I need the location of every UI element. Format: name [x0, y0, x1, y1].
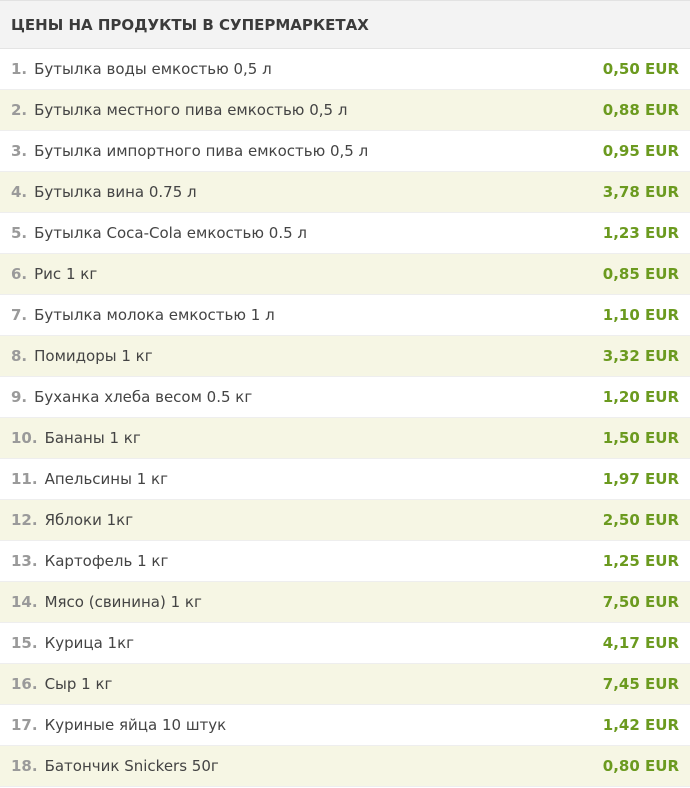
- row-number: 9.: [11, 388, 28, 406]
- product-name: Бутылка Coca-Cola емкостью 0.5 л: [34, 224, 307, 242]
- product-price: 3,32 EUR: [602, 347, 679, 365]
- row-number: 12.: [11, 511, 38, 529]
- table-row: 8. Помидоры 1 кг 3,32 EUR: [0, 336, 690, 377]
- product-name: Бутылка местного пива емкостью 0,5 л: [34, 101, 348, 119]
- row-number: 6.: [11, 265, 28, 283]
- row-label: 17. Куриные яйца 10 штук: [11, 716, 226, 734]
- row-number: 3.: [11, 142, 28, 160]
- row-number: 1.: [11, 60, 28, 78]
- product-price: 0,95 EUR: [602, 142, 679, 160]
- product-price: 3,78 EUR: [602, 183, 679, 201]
- product-name: Мясо (свинина) 1 кг: [44, 593, 202, 611]
- table-row: 10. Бананы 1 кг 1,50 EUR: [0, 418, 690, 459]
- table-header: ЦЕНЫ НА ПРОДУКТЫ В СУПЕРМАРКЕТАХ: [0, 1, 690, 49]
- table-row: 14. Мясо (свинина) 1 кг 7,50 EUR: [0, 582, 690, 623]
- row-label: 12. Яблоки 1кг: [11, 511, 133, 529]
- product-price: 1,97 EUR: [602, 470, 679, 488]
- product-name: Бананы 1 кг: [44, 429, 141, 447]
- row-number: 10.: [11, 429, 38, 447]
- table-row: 4. Бутылка вина 0.75 л 3,78 EUR: [0, 172, 690, 213]
- table-row: 7. Бутылка молока емкостью 1 л 1,10 EUR: [0, 295, 690, 336]
- row-number: 11.: [11, 470, 38, 488]
- product-name: Бутылка импортного пива емкостью 0,5 л: [34, 142, 369, 160]
- table-row: 5. Бутылка Coca-Cola емкостью 0.5 л 1,23 E…: [0, 213, 690, 254]
- product-price: 1,50 EUR: [602, 429, 679, 447]
- table-row: 13. Картофель 1 кг 1,25 EUR: [0, 541, 690, 582]
- product-name: Бутылка молока емкостью 1 л: [34, 306, 275, 324]
- row-number: 7.: [11, 306, 28, 324]
- product-name: Бутылка вина 0.75 л: [34, 183, 197, 201]
- row-label: 6. Рис 1 кг: [11, 265, 97, 283]
- row-label: 2. Бутылка местного пива емкостью 0,5 л: [11, 101, 347, 119]
- product-name: Картофель 1 кг: [44, 552, 169, 570]
- product-price: 1,10 EUR: [602, 306, 679, 324]
- product-price: 1,23 EUR: [602, 224, 679, 242]
- row-label: 18. Батончик Snickers 50г: [11, 757, 219, 775]
- row-number: 16.: [11, 675, 38, 693]
- table-row: 15. Курица 1кг 4,17 EUR: [0, 623, 690, 664]
- product-price: 1,25 EUR: [602, 552, 679, 570]
- product-name: Сыр 1 кг: [44, 675, 113, 693]
- product-price: 0,85 EUR: [602, 265, 679, 283]
- row-label: 15. Курица 1кг: [11, 634, 134, 652]
- row-label: 5. Бутылка Coca-Cola емкостью 0.5 л: [11, 224, 307, 242]
- row-label: 9. Буханка хлеба весом 0.5 кг: [11, 388, 252, 406]
- product-price: 1,20 EUR: [602, 388, 679, 406]
- row-number: 18.: [11, 757, 38, 775]
- row-number: 17.: [11, 716, 38, 734]
- row-label: 7. Бутылка молока емкостью 1 л: [11, 306, 275, 324]
- table-row: 11. Апельсины 1 кг 1,97 EUR: [0, 459, 690, 500]
- product-price: 2,50 EUR: [602, 511, 679, 529]
- product-price: 1,42 EUR: [602, 716, 679, 734]
- product-name: Буханка хлеба весом 0.5 кг: [34, 388, 253, 406]
- table-row: 3. Бутылка импортного пива емкостью 0,5 л…: [0, 131, 690, 172]
- table-row: 17. Куриные яйца 10 штук 1,42 EUR: [0, 705, 690, 746]
- product-price: 4,17 EUR: [602, 634, 679, 652]
- product-name: Помидоры 1 кг: [34, 347, 153, 365]
- row-label: 4. Бутылка вина 0.75 л: [11, 183, 197, 201]
- table-row: 12. Яблоки 1кг 2,50 EUR: [0, 500, 690, 541]
- product-name: Куриные яйца 10 штук: [44, 716, 227, 734]
- row-label: 8. Помидоры 1 кг: [11, 347, 153, 365]
- row-label: 11. Апельсины 1 кг: [11, 470, 168, 488]
- row-number: 15.: [11, 634, 38, 652]
- product-name: Батончик Snickers 50г: [44, 757, 219, 775]
- row-label: 1. Бутылка воды емкостью 0,5 л: [11, 60, 272, 78]
- row-label: 16. Сыр 1 кг: [11, 675, 112, 693]
- product-price: 0,50 EUR: [602, 60, 679, 78]
- row-label: 13. Картофель 1 кг: [11, 552, 168, 570]
- row-number: 5.: [11, 224, 28, 242]
- price-table: ЦЕНЫ НА ПРОДУКТЫ В СУПЕРМАРКЕТАХ 1. Бутыл…: [0, 0, 690, 787]
- row-label: 14. Мясо (свинина) 1 кг: [11, 593, 202, 611]
- table-row: 6. Рис 1 кг 0,85 EUR: [0, 254, 690, 295]
- product-name: Апельсины 1 кг: [44, 470, 168, 488]
- product-name: Яблоки 1кг: [44, 511, 134, 529]
- product-price: 7,50 EUR: [602, 593, 679, 611]
- product-name: Курица 1кг: [44, 634, 135, 652]
- table-row: 18. Батончик Snickers 50г 0,80 EUR: [0, 746, 690, 787]
- row-number: 8.: [11, 347, 28, 365]
- row-label: 3. Бутылка импортного пива емкостью 0,5 л: [11, 142, 368, 160]
- table-row: 16. Сыр 1 кг 7,45 EUR: [0, 664, 690, 705]
- product-name: Рис 1 кг: [34, 265, 98, 283]
- row-label: 10. Бананы 1 кг: [11, 429, 141, 447]
- product-price: 0,88 EUR: [602, 101, 679, 119]
- table-row: 1. Бутылка воды емкостью 0,5 л 0,50 EUR: [0, 49, 690, 90]
- row-number: 4.: [11, 183, 28, 201]
- row-number: 2.: [11, 101, 28, 119]
- table-title: ЦЕНЫ НА ПРОДУКТЫ В СУПЕРМАРКЕТАХ: [11, 15, 369, 34]
- product-price: 7,45 EUR: [602, 675, 679, 693]
- table-row: 9. Буханка хлеба весом 0.5 кг 1,20 EUR: [0, 377, 690, 418]
- row-number: 14.: [11, 593, 38, 611]
- product-name: Бутылка воды емкостью 0,5 л: [34, 60, 272, 78]
- product-price: 0,80 EUR: [602, 757, 679, 775]
- table-row: 2. Бутылка местного пива емкостью 0,5 л 0,…: [0, 90, 690, 131]
- row-number: 13.: [11, 552, 38, 570]
- table-rows: 1. Бутылка воды емкостью 0,5 л 0,50 EUR 2. Б…: [0, 49, 690, 787]
